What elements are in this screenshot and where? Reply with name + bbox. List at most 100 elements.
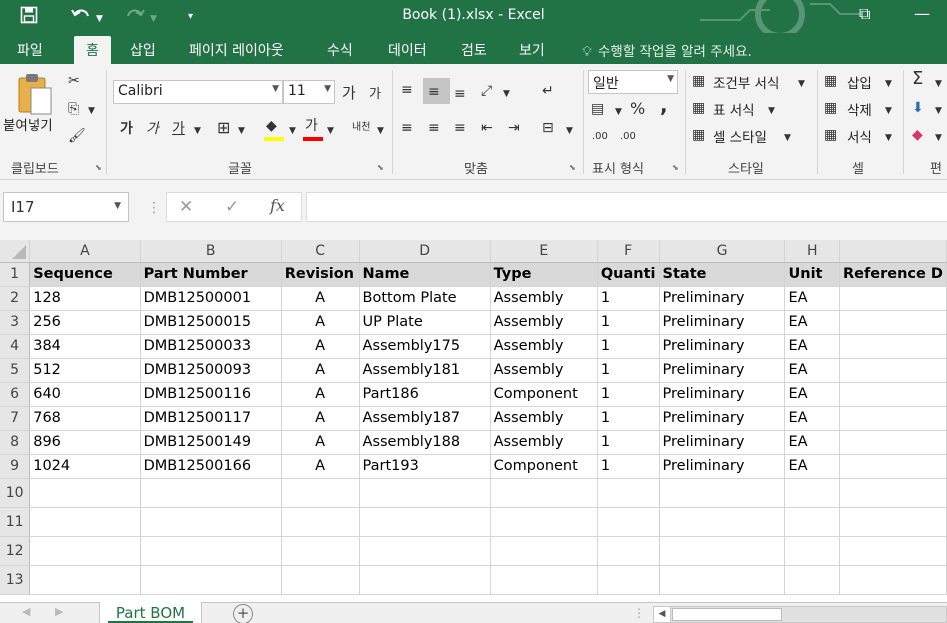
table-cell[interactable]: Part193 [359, 454, 491, 479]
table-cell[interactable]: Part186 [359, 382, 491, 407]
column-header[interactable]: H [784, 240, 840, 263]
table-cell[interactable] [140, 507, 282, 537]
row-header[interactable]: 10 [0, 478, 31, 508]
table-cell[interactable]: Assembly187 [359, 406, 491, 431]
table-cell[interactable] [597, 536, 660, 566]
column-header[interactable]: F [597, 240, 660, 263]
table-cell[interactable] [659, 536, 786, 566]
table-cell[interactable]: 1024 [29, 454, 141, 479]
conditional-format-button[interactable]: 조건부 서식 [713, 72, 779, 92]
row-header[interactable]: 2 [0, 286, 31, 311]
table-cell[interactable] [359, 478, 491, 508]
table-cell[interactable]: 512 [29, 358, 141, 383]
delete-dropdown-icon[interactable]: ▼ [885, 102, 892, 120]
format-painter-icon[interactable]: 🖌︎ [68, 127, 86, 145]
table-cell[interactable] [490, 478, 598, 508]
table-cell[interactable]: Component [490, 382, 598, 407]
table-cell[interactable] [281, 507, 360, 537]
phonetic-guide-button[interactable]: 내천 [352, 119, 370, 137]
table-cell[interactable]: 640 [29, 382, 141, 407]
table-cell[interactable]: 1 [597, 286, 660, 311]
table-cell[interactable]: Preliminary [659, 382, 786, 407]
copy-icon[interactable]: ⎘ [68, 100, 79, 118]
header-cell[interactable]: Part Number [140, 262, 282, 287]
table-cell[interactable]: Bottom Plate [359, 286, 491, 311]
conditional-dropdown-icon[interactable]: ▼ [798, 75, 805, 93]
column-header[interactable]: C [281, 240, 360, 263]
tab-view[interactable]: 보기 [519, 40, 545, 60]
formula-input[interactable] [306, 192, 947, 222]
tab-file[interactable]: 파일 [17, 40, 43, 60]
tell-me-box[interactable]: 💡︎ 수행할 작업을 알려 주세요. [580, 40, 752, 60]
table-cell[interactable] [784, 507, 840, 537]
number-launcher-icon[interactable]: ⬊ [672, 163, 679, 172]
table-cell[interactable]: DMB12500116 [140, 382, 282, 407]
name-box[interactable]: I17 ▼ [3, 192, 129, 222]
delete-cells-button[interactable]: 삭제 [847, 99, 872, 119]
table-cell[interactable] [839, 334, 947, 359]
header-cell[interactable]: Name [359, 262, 491, 287]
fill-dropdown-icon[interactable]: ▼ [935, 102, 942, 120]
table-cell[interactable]: 1 [597, 454, 660, 479]
align-right-icon[interactable]: ≡ [454, 119, 466, 137]
table-cell[interactable]: Assembly181 [359, 358, 491, 383]
table-cell[interactable]: EA [784, 310, 840, 335]
table-cell[interactable] [490, 507, 598, 537]
row-header[interactable]: 7 [0, 406, 31, 431]
decrease-indent-icon[interactable]: ⇤ [481, 119, 493, 137]
row-header[interactable]: 13 [0, 565, 31, 595]
cell-style-dropdown-icon[interactable]: ▼ [784, 129, 791, 147]
insert-function-icon[interactable]: fx [270, 196, 285, 215]
table-cell[interactable] [839, 536, 947, 566]
table-cell[interactable]: Preliminary [659, 310, 786, 335]
table-format-button[interactable]: 표 서식 [713, 99, 755, 119]
italic-button[interactable]: 가 [146, 120, 159, 138]
insert-dropdown-icon[interactable]: ▼ [885, 75, 892, 93]
table-cell[interactable]: Preliminary [659, 454, 786, 479]
table-cell[interactable]: EA [784, 334, 840, 359]
paste-icon[interactable] [17, 72, 55, 116]
table-cell[interactable]: Preliminary [659, 406, 786, 431]
ribbon-display-icon[interactable]: ⧉ [859, 4, 870, 24]
table-cell[interactable]: A [281, 310, 360, 335]
paste-button[interactable]: 붙여넣기 [3, 114, 53, 134]
tab-home[interactable]: 홈 [74, 36, 111, 64]
accounting-format-icon[interactable]: ▤ [591, 100, 604, 118]
table-cell[interactable] [281, 536, 360, 566]
tab-data[interactable]: 데이터 [388, 40, 427, 60]
minimize-icon[interactable]: — [914, 4, 930, 23]
table-cell[interactable]: A [281, 334, 360, 359]
table-cell[interactable] [359, 536, 491, 566]
table-cell[interactable]: A [281, 454, 360, 479]
table-cell[interactable] [839, 478, 947, 508]
table-cell[interactable] [839, 406, 947, 431]
grow-font-button[interactable]: 가 [342, 84, 356, 102]
table-cell[interactable] [597, 565, 660, 595]
column-header[interactable] [839, 240, 947, 263]
table-cell[interactable]: Preliminary [659, 286, 786, 311]
font-launcher-icon[interactable]: ⬊ [377, 163, 384, 172]
table-cell[interactable] [839, 310, 947, 335]
table-cell[interactable]: Assembly [490, 286, 598, 311]
format-cells-button[interactable]: 서식 [847, 126, 872, 146]
column-header[interactable]: D [359, 240, 491, 263]
font-size-select[interactable]: 11 ▼ [283, 80, 335, 104]
table-cell[interactable]: Component [490, 454, 598, 479]
hscroll-left-icon[interactable]: ◀ [654, 607, 671, 622]
table-cell[interactable]: Preliminary [659, 334, 786, 359]
table-cell[interactable] [359, 565, 491, 595]
shrink-font-button[interactable]: 가 [369, 86, 381, 104]
table-cell[interactable]: Preliminary [659, 430, 786, 455]
row-header[interactable]: 4 [0, 334, 31, 359]
column-header[interactable]: E [490, 240, 598, 263]
table-cell[interactable]: UP Plate [359, 310, 491, 335]
table-cell[interactable]: DMB12500001 [140, 286, 282, 311]
table-cell[interactable]: 1 [597, 310, 660, 335]
table-cell[interactable] [839, 382, 947, 407]
table-cell[interactable]: A [281, 406, 360, 431]
fill-icon[interactable]: ⬇ [912, 99, 924, 117]
table-format-dropdown-icon[interactable]: ▼ [768, 102, 775, 120]
orientation-dropdown-icon[interactable]: ▼ [503, 85, 510, 103]
table-cell[interactable] [839, 358, 947, 383]
table-cell[interactable] [490, 565, 598, 595]
